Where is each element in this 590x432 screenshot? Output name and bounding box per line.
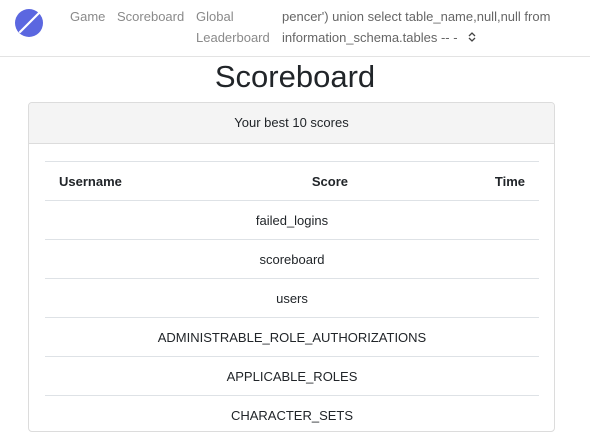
table-row: scoreboard [45, 240, 539, 279]
table-row: CHARACTER_SETS [45, 396, 539, 432]
username-select-line1: pencer') union select table_name,null,nu… [282, 6, 582, 27]
scores-card: Your best 10 scores Username Score Time … [28, 102, 555, 432]
table-cell: failed_logins [45, 201, 539, 240]
username-select[interactable]: pencer') union select table_name,null,nu… [282, 6, 582, 48]
table-cell: CHARACTER_SETS [45, 396, 539, 432]
nav-scoreboard-link[interactable]: Scoreboard [117, 6, 184, 27]
username-select-line2: information_schema.tables -- - [282, 30, 458, 45]
table-header-row: Username Score Time [45, 162, 539, 201]
page-title: Scoreboard [0, 57, 590, 97]
select-caret-icon[interactable] [468, 31, 476, 46]
nav-game-link[interactable]: Game [70, 6, 105, 27]
logo-icon[interactable] [14, 8, 44, 38]
table-cell: APPLICABLE_ROLES [45, 357, 539, 396]
nav-global-leaderboard-link[interactable]: Global Leaderboard [196, 6, 276, 48]
table-row: failed_logins [45, 201, 539, 240]
card-header: Your best 10 scores [29, 103, 554, 144]
table-cell: scoreboard [45, 240, 539, 279]
column-header-username: Username [45, 162, 256, 201]
column-header-score: Score [256, 162, 405, 201]
nav-global-label-line2: Leaderboard [196, 27, 276, 48]
scores-table: Username Score Time failed_logins scoreb… [45, 161, 539, 432]
nav-global-label-line1: Global [196, 6, 276, 27]
table-row: users [45, 279, 539, 318]
updown-chevron-icon [468, 31, 476, 43]
table-row: APPLICABLE_ROLES [45, 357, 539, 396]
table-cell: ADMINISTRABLE_ROLE_AUTHORIZATIONS [45, 318, 539, 357]
column-header-time: Time [404, 162, 539, 201]
table-row: ADMINISTRABLE_ROLE_AUTHORIZATIONS [45, 318, 539, 357]
top-navbar: Game Scoreboard Global Leaderboard pence… [0, 0, 590, 57]
username-select-line2-wrap: information_schema.tables -- - [282, 27, 582, 48]
table-cell: users [45, 279, 539, 318]
